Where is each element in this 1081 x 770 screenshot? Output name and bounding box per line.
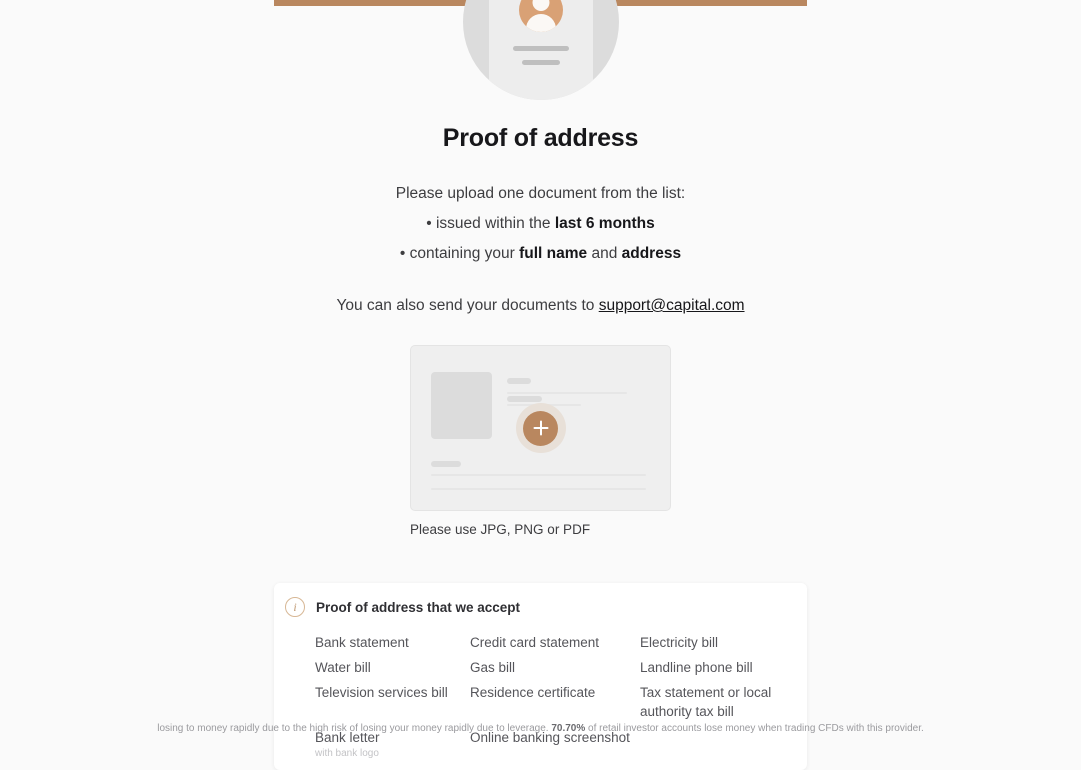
bullet-mark: • — [426, 215, 432, 232]
placeholder-line — [431, 461, 461, 467]
avatar-head — [532, 0, 549, 11]
document-type-label: Landline phone bill — [640, 660, 753, 676]
bullet-text: and — [587, 245, 622, 262]
support-email-link[interactable]: support@capital.com — [599, 297, 745, 314]
bullet-emphasis: last 6 months — [554, 215, 655, 232]
placeholder-thumbnail — [431, 372, 492, 439]
content-column: Proof of address Please upload one docum… — [274, 0, 807, 537]
document-type-item: Water bill — [315, 658, 470, 677]
upload-format-caption: Please use JPG, PNG or PDF — [410, 522, 591, 537]
bullet-text: containing your — [409, 245, 520, 262]
document-type-label: Credit card statement — [470, 635, 600, 650]
accepted-documents-grid: Bank statement Credit card statement Ele… — [274, 617, 807, 770]
bullet-mark: • — [399, 245, 406, 262]
id-document-illustration-icon — [462, 0, 619, 100]
illustration-text-line — [512, 46, 569, 51]
document-type-item: Bank statement — [315, 633, 470, 652]
upload-dropzone[interactable] — [410, 345, 671, 511]
placeholder-line — [507, 392, 627, 394]
accepted-documents-header: i Proof of address that we accept — [274, 597, 807, 617]
document-type-label: Bank statement — [315, 635, 409, 650]
placeholder-line — [507, 378, 531, 384]
illustration-avatar — [518, 0, 563, 32]
requirement-bullet-2: • containing your full name and address — [274, 245, 807, 263]
placeholder-line — [507, 396, 542, 402]
document-type-item: Residence certificate — [470, 683, 640, 721]
document-type-label: Television services bill — [315, 685, 448, 701]
upload-add-button[interactable] — [515, 403, 566, 453]
info-icon: i — [285, 597, 305, 617]
page-title: Proof of address — [442, 124, 639, 152]
document-type-item: Gas bill — [470, 658, 640, 677]
document-type-item: Landline phone bill — [640, 658, 807, 677]
document-type-label: Residence certificate — [470, 685, 596, 701]
document-type-item: Credit card statement — [470, 633, 640, 652]
support-contact-line: You can also send your documents to supp… — [274, 297, 807, 315]
risk-disclaimer-prefix: losing to money rapidly due to the high … — [157, 723, 552, 734]
document-type-label: Gas bill — [470, 660, 516, 676]
bullet-emphasis: address — [621, 245, 682, 262]
document-type-subtext: with bank logo — [315, 747, 379, 759]
proof-of-address-page: Proof of address Please upload one docum… — [0, 0, 1081, 770]
placeholder-line — [431, 474, 646, 476]
document-type-item: Tax statement or local authority tax bil… — [640, 683, 807, 721]
plus-icon — [523, 410, 558, 446]
accepted-documents-title: Proof of address that we accept — [316, 599, 521, 615]
upload-instructions: Please upload one document from the list… — [395, 185, 686, 202]
document-type-item: Electricity bill — [640, 633, 807, 652]
bullet-emphasis: full name — [519, 245, 588, 262]
requirement-bullet-1: • issued within the last 6 months — [274, 215, 807, 233]
illustration-text-line — [521, 60, 560, 65]
accepted-documents-card: i Proof of address that we accept Bank s… — [274, 583, 807, 770]
bullet-text: issued within the — [435, 215, 555, 232]
risk-disclaimer-percent: 70.70% — [551, 723, 586, 734]
support-contact-text: You can also send your documents to — [336, 297, 599, 314]
document-type-label: Water bill — [315, 660, 371, 676]
placeholder-line — [431, 488, 646, 490]
document-type-item: Television services bill — [315, 683, 470, 721]
illustration-card — [488, 0, 593, 100]
risk-disclaimer: losing to money rapidly due to the high … — [0, 722, 1081, 736]
document-type-label: Electricity bill — [640, 635, 719, 650]
avatar-body — [525, 14, 556, 32]
document-type-label: Tax statement or local authority tax bil… — [640, 685, 772, 720]
document-upload-area[interactable]: Please use JPG, PNG or PDF — [410, 345, 671, 537]
risk-disclaimer-suffix: of retail investor accounts lose money w… — [585, 723, 924, 734]
hero-illustration — [274, 0, 807, 100]
